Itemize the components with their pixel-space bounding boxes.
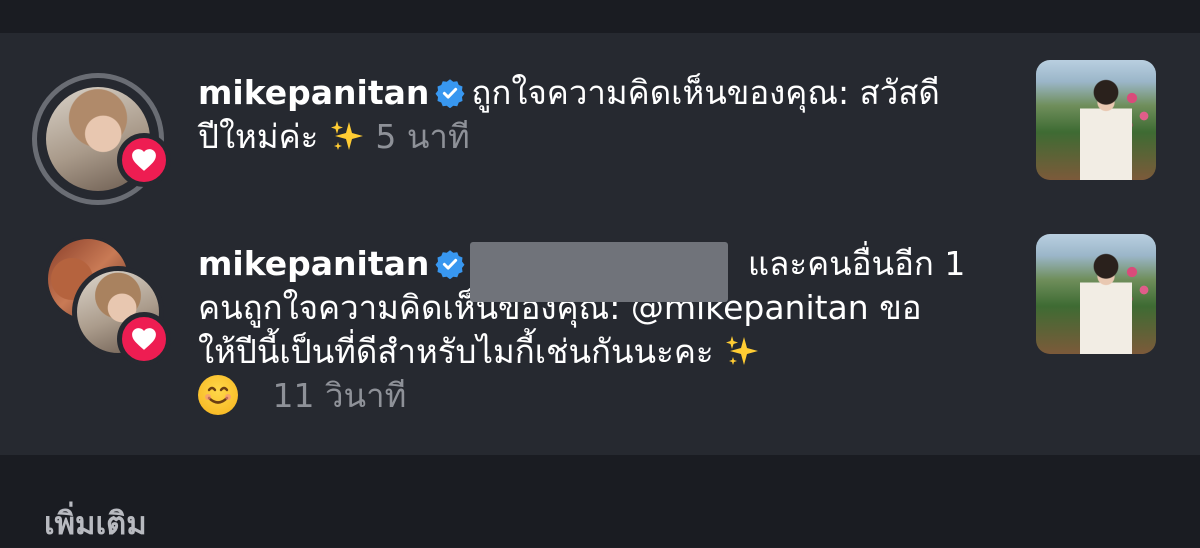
- notification-row[interactable]: mikepanitan ถูกใจความคิดเห็นของคุณ: สวัสด…: [0, 33, 1200, 218]
- sparkles-icon: [330, 121, 363, 150]
- see-more-label[interactable]: เพิ่มเติม: [44, 498, 147, 548]
- timestamp: 11 วินาที: [272, 376, 407, 415]
- heart-icon: [117, 312, 171, 366]
- verified-icon: [435, 79, 465, 108]
- username[interactable]: mikepanitan: [198, 244, 429, 283]
- timestamp: 5 นาที: [375, 117, 470, 156]
- verified-icon: [435, 250, 465, 279]
- username[interactable]: mikepanitan: [198, 73, 429, 112]
- bottom-band: [0, 455, 1200, 547]
- smiling-face-icon: [198, 375, 238, 415]
- post-thumbnail[interactable]: [1036, 60, 1156, 180]
- action-text-line3: ให้ปีนี้เป็นที่ดีสำหรับไมกี้เช่นกันนะคะ: [198, 332, 714, 371]
- heart-icon: [117, 133, 171, 187]
- redacted-username-block: [470, 242, 728, 302]
- post-thumbnail[interactable]: [1036, 234, 1156, 354]
- sparkles-icon: [726, 336, 759, 365]
- action-text-line2: ปีใหม่ค่ะ: [198, 117, 319, 156]
- action-text: ถูกใจความคิดเห็นของคุณ: สวัสดี: [471, 73, 940, 112]
- notification-text: mikepanitan ถูกใจความคิดเห็นของคุณ: สวัสด…: [198, 71, 998, 159]
- notification-row[interactable]: mikepanitan,และคนอื่นอีก 1 คนถูกใจความคิ…: [0, 218, 1200, 455]
- top-band: [0, 0, 1200, 33]
- action-text: และคนอื่นอีก 1: [747, 244, 966, 283]
